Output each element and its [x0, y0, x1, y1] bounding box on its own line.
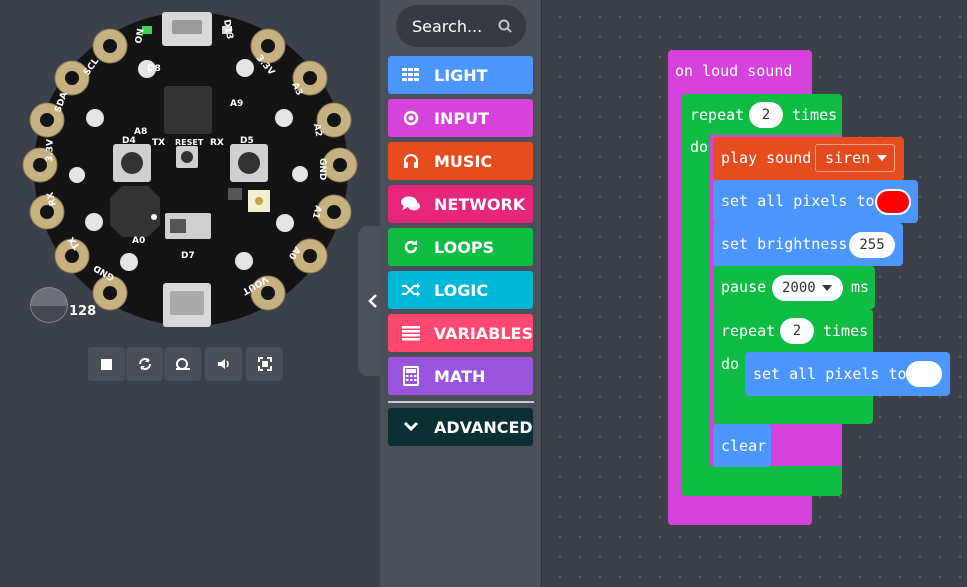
category-label: VARIABLES	[433, 323, 533, 343]
svg-text:B: B	[273, 160, 280, 170]
category-logic[interactable]: LOGIC	[388, 271, 533, 309]
pause-value: 2000	[782, 280, 816, 296]
inner-repeat-label: repeat	[721, 322, 776, 340]
category-variables[interactable]: VARIABLES	[388, 314, 533, 352]
pause-label: pause	[721, 278, 767, 296]
svg-text:D7: D7	[181, 251, 195, 261]
dropdown-arrow-icon	[821, 285, 832, 291]
sensor-level-control[interactable]	[30, 287, 68, 323]
svg-text:A: A	[94, 160, 101, 170]
brightness-input[interactable]: 255	[849, 232, 895, 258]
list-icon	[388, 325, 434, 341]
fullscreen-icon	[257, 357, 272, 371]
stop-icon	[101, 358, 112, 370]
chevron-left-icon	[368, 294, 377, 308]
svg-text:GND: GND	[317, 158, 327, 180]
dropdown-arrow-icon	[877, 155, 888, 161]
sensor-value: 128	[69, 304, 97, 319]
set-all-pixels-white-label: set all pixels to	[753, 365, 907, 383]
category-label: MUSIC	[434, 151, 493, 171]
toolbox: Search... LIGHT INPUT MUSIC NETWORK LOOP…	[380, 0, 542, 587]
search-placeholder: Search...	[412, 16, 483, 36]
svg-text:D4: D4	[122, 136, 136, 146]
repeat-count-input[interactable]: 2	[749, 102, 783, 128]
color-swatch-white[interactable]	[906, 361, 942, 387]
refresh-icon	[388, 239, 434, 255]
category-label: INPUT	[434, 108, 489, 128]
shuffle-icon	[388, 282, 434, 298]
category-music[interactable]: MUSIC	[388, 142, 533, 180]
category-label: LOOPS	[434, 237, 495, 257]
svg-text:A0: A0	[132, 236, 145, 246]
sound-button[interactable]	[205, 347, 242, 381]
on-loud-sound-label: on loud sound	[675, 62, 793, 80]
pause-unit-label: ms	[851, 278, 870, 296]
search-input[interactable]: Search...	[396, 5, 526, 47]
stop-button[interactable]	[88, 347, 125, 381]
simulator-panel: ON D13 D8 A8 A9 D4 D5 TX RX RESET A0 D7 …	[0, 0, 380, 587]
inner-repeat-count-input[interactable]: 2	[780, 318, 814, 344]
repeat-do-label: do	[690, 138, 709, 156]
clear-label: clear	[721, 437, 767, 455]
svg-text:3.3V: 3.3V	[45, 139, 56, 162]
svg-text:D5: D5	[240, 136, 254, 146]
chat-icon	[388, 196, 434, 212]
headphones-icon	[388, 153, 434, 169]
svg-text:A9: A9	[230, 99, 243, 109]
category-light[interactable]: LIGHT	[388, 56, 533, 94]
circle-dot-icon	[388, 110, 434, 126]
category-input[interactable]: INPUT	[388, 99, 533, 137]
set-all-pixels-label: set all pixels to	[721, 192, 875, 210]
slow-motion-icon	[175, 358, 190, 370]
category-label: NETWORK	[434, 194, 526, 214]
calculator-icon	[388, 366, 434, 386]
sound-dropdown[interactable]: siren	[815, 144, 895, 172]
set-brightness-label: set brightness	[721, 235, 848, 253]
sound-dropdown-value: siren	[825, 149, 871, 167]
inner-repeat-do-label: do	[721, 355, 740, 373]
restart-icon	[138, 358, 151, 370]
svg-text:RESET: RESET	[175, 138, 204, 147]
repeat-times-label: times	[792, 106, 838, 124]
category-label: LIGHT	[434, 65, 488, 85]
category-loops[interactable]: LOOPS	[388, 228, 533, 266]
category-label: ADVANCED	[434, 417, 533, 437]
toolbox-divider	[388, 401, 534, 403]
fullscreen-button[interactable]	[246, 347, 283, 381]
chevron-down-icon	[388, 421, 434, 433]
category-label: LOGIC	[434, 280, 489, 300]
pause-value-dropdown[interactable]: 2000	[772, 275, 843, 301]
grid-icon	[388, 68, 434, 82]
category-advanced[interactable]: ADVANCED	[388, 408, 533, 446]
play-sound-label: play sound	[721, 149, 812, 167]
svg-text:A8: A8	[134, 127, 147, 137]
category-network[interactable]: NETWORK	[388, 185, 533, 223]
category-label: MATH	[434, 366, 486, 386]
svg-text:RX: RX	[210, 138, 224, 148]
category-math[interactable]: MATH	[388, 357, 533, 395]
svg-text:TX: TX	[152, 138, 165, 148]
search-icon	[498, 19, 512, 33]
svg-text:D8: D8	[147, 64, 161, 74]
slow-motion-button[interactable]	[164, 347, 201, 381]
inner-repeat-times-label: times	[823, 322, 869, 340]
restart-button[interactable]	[126, 347, 163, 381]
color-swatch-red[interactable]	[875, 189, 911, 215]
repeat-label: repeat	[690, 106, 745, 124]
sound-icon	[217, 359, 229, 369]
